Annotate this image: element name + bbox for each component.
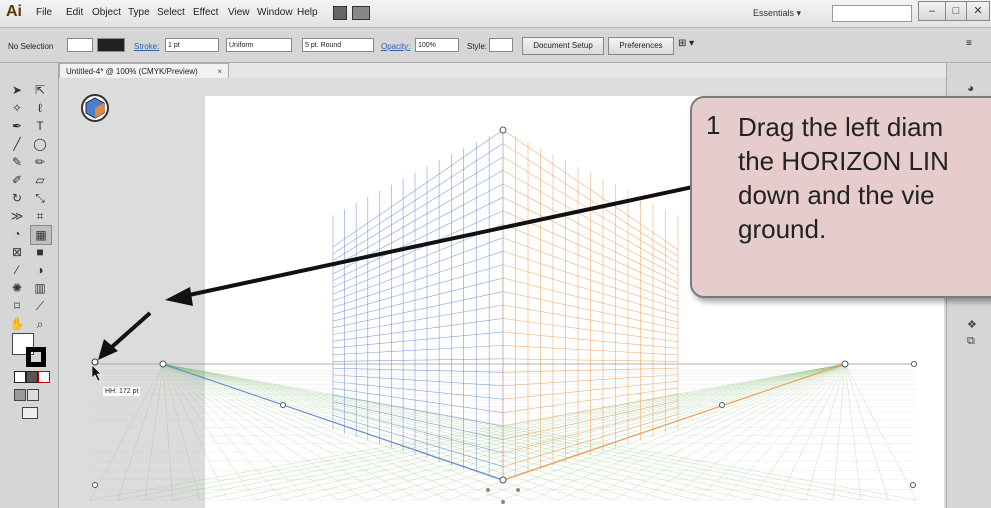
left-vanishing-point[interactable] xyxy=(159,360,167,368)
pointer-arrow-short xyxy=(98,311,152,360)
right-horizon-handle[interactable] xyxy=(911,361,917,367)
artboards-icon[interactable]: ⧉ xyxy=(967,335,975,348)
height-readout: HH: 172 pt xyxy=(103,387,141,396)
left-ground-extent-handle[interactable] xyxy=(92,482,98,488)
ground-level-handle[interactable] xyxy=(499,476,507,484)
grid-cell-handle[interactable] xyxy=(501,500,505,504)
right-ground-extent-handle[interactable] xyxy=(910,482,916,488)
vertical-grid-top-handle[interactable] xyxy=(499,126,507,134)
left-grid-extent-handle[interactable] xyxy=(280,402,286,408)
callout-step-number: 1 xyxy=(706,110,721,140)
perspective-widget-icon[interactable] xyxy=(81,94,109,122)
layers-icon[interactable]: ❖ xyxy=(967,318,977,331)
right-grid-origin-handle[interactable] xyxy=(516,488,520,492)
right-vanishing-point[interactable] xyxy=(841,360,849,368)
callout-text: Drag the left diam the HORIZON LIN down … xyxy=(738,112,949,244)
instruction-callout: 1 Drag the left diam the HORIZON LIN dow… xyxy=(690,96,991,298)
left-grid-origin-handle[interactable] xyxy=(486,488,490,492)
left-horizon-diamond[interactable] xyxy=(91,358,99,366)
color-guide-icon[interactable]: ◕ xyxy=(967,81,974,95)
mouse-cursor-icon xyxy=(91,364,102,382)
right-grid-extent-handle[interactable] xyxy=(719,402,725,408)
